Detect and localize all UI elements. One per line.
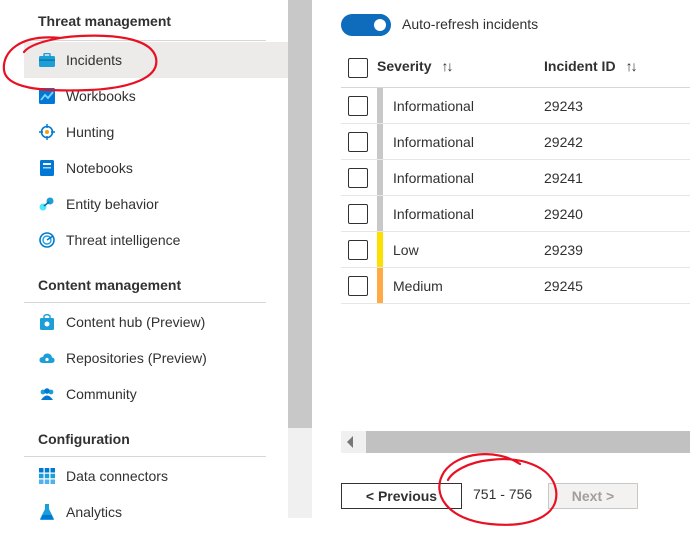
content-hub-icon (38, 313, 56, 331)
table-row[interactable]: Informational 29241 (341, 160, 690, 196)
incident-id-cell: 29242 (544, 134, 583, 150)
section-title-content-management: Content management (38, 277, 182, 293)
nav-item-label: Entity behavior (66, 196, 159, 212)
left-nav: Threat management Incidents Workbooks Hu… (0, 0, 288, 534)
nav-item-analytics[interactable]: Analytics (24, 494, 288, 530)
nav-item-label: Content hub (Preview) (66, 314, 206, 330)
row-checkbox[interactable] (348, 96, 368, 116)
incident-id-cell: 29241 (544, 170, 583, 186)
severity-cell: Informational (393, 98, 474, 114)
nav-item-label: Incidents (66, 52, 123, 68)
page-range-label: 751 - 756 (473, 486, 533, 502)
table-row[interactable]: Informational 29243 (341, 88, 690, 124)
severity-cell: Informational (393, 170, 474, 186)
notebook-icon (38, 159, 56, 177)
nav-item-workbooks[interactable]: Workbooks (24, 78, 288, 114)
row-checkbox[interactable] (348, 204, 368, 224)
sort-icon[interactable]: ↑↓ (626, 58, 638, 74)
section-divider (24, 40, 266, 41)
threat-intelligence-icon (38, 231, 56, 249)
nav-item-label: Workbooks (66, 88, 136, 104)
incident-id-cell: 29245 (544, 278, 583, 294)
nav-item-notebooks[interactable]: Notebooks (24, 150, 288, 186)
column-header-label: Severity (377, 58, 432, 74)
nav-item-hunting[interactable]: Hunting (24, 114, 288, 150)
row-checkbox[interactable] (348, 168, 368, 188)
table-row[interactable]: Informational 29240 (341, 196, 690, 232)
row-checkbox[interactable] (348, 240, 368, 260)
nav-item-label: Analytics (66, 504, 123, 520)
severity-color-bar (377, 124, 383, 159)
nav-item-label: Data connectors (66, 468, 168, 484)
horizontal-scrollbar[interactable] (341, 431, 690, 453)
vertical-scrollbar-track[interactable] (288, 428, 312, 518)
column-header-label: Incident ID (544, 58, 616, 74)
table-row[interactable]: Medium 29245 (341, 268, 690, 304)
nav-item-label: Threat intelligence (66, 232, 181, 248)
sort-icon[interactable]: ↑↓ (441, 58, 453, 74)
nav-item-content-hub[interactable]: Content hub (Preview) (24, 304, 288, 340)
nav-item-threat-intelligence[interactable]: Threat intelligence (24, 222, 288, 258)
section-title-threat-management: Threat management (38, 13, 172, 29)
row-checkbox[interactable] (348, 276, 368, 296)
severity-cell: Informational (393, 134, 474, 150)
toggle-knob (374, 19, 386, 31)
incident-id-cell: 29243 (544, 98, 583, 114)
severity-color-bar (377, 88, 383, 123)
severity-color-bar (377, 160, 383, 195)
cloud-repo-icon (38, 349, 56, 367)
crosshair-icon (38, 123, 56, 141)
incident-id-cell: 29239 (544, 242, 583, 258)
severity-cell: Medium (393, 278, 443, 294)
auto-refresh-label: Auto-refresh incidents (402, 16, 539, 32)
nav-item-label: Community (66, 386, 137, 402)
section-divider (24, 456, 266, 457)
nav-item-incidents[interactable]: Incidents (24, 42, 288, 78)
table-row[interactable]: Informational 29242 (341, 124, 690, 160)
row-checkbox[interactable] (348, 132, 368, 152)
nav-item-community[interactable]: Community (24, 376, 288, 412)
nav-item-entity-behavior[interactable]: Entity behavior (24, 186, 288, 222)
severity-color-bar (377, 196, 383, 231)
column-header-severity[interactable]: Severity ↑↓ (377, 58, 453, 74)
section-title-configuration: Configuration (38, 431, 130, 447)
section-divider (24, 302, 266, 303)
vertical-scrollbar-thumb[interactable] (288, 0, 312, 428)
horizontal-scrollbar-thumb[interactable] (366, 431, 690, 453)
nav-item-label: Notebooks (66, 160, 133, 176)
column-header-incident-id[interactable]: Incident ID ↑↓ (544, 58, 638, 74)
severity-color-bar (377, 268, 383, 303)
scroll-left-arrow-icon[interactable] (347, 436, 353, 448)
previous-page-button[interactable]: < Previous (341, 483, 462, 509)
severity-cell: Informational (393, 206, 474, 222)
community-icon (38, 385, 56, 403)
nav-item-label: Repositories (Preview) (66, 350, 207, 366)
flask-icon (38, 503, 56, 521)
next-page-button[interactable]: Next > (548, 483, 638, 509)
grid-icon (38, 467, 56, 485)
workbooks-icon (38, 87, 56, 105)
briefcase-icon (38, 51, 56, 69)
nav-item-repositories[interactable]: Repositories (Preview) (24, 340, 288, 376)
select-all-checkbox[interactable] (348, 58, 368, 78)
severity-cell: Low (393, 242, 419, 258)
entity-behavior-icon (38, 195, 56, 213)
table-row[interactable]: Low 29239 (341, 232, 690, 268)
incident-id-cell: 29240 (544, 206, 583, 222)
nav-item-data-connectors[interactable]: Data connectors (24, 458, 288, 494)
severity-color-bar (377, 232, 383, 267)
nav-item-label: Hunting (66, 124, 115, 140)
auto-refresh-toggle[interactable] (341, 14, 391, 36)
